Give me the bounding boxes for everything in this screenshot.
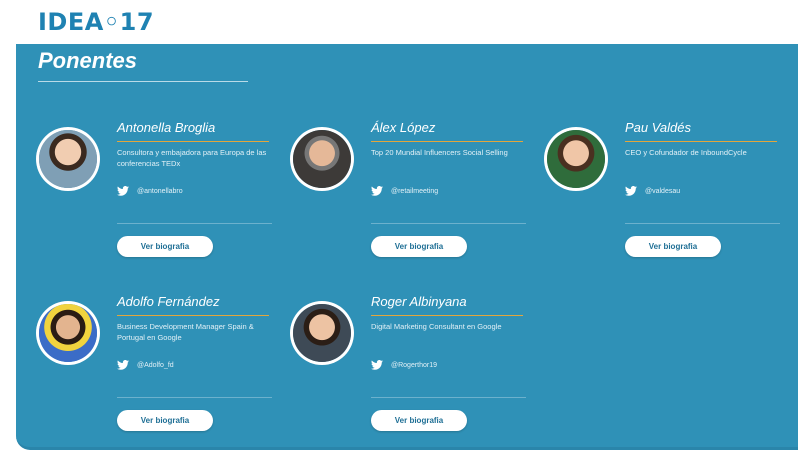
name-divider [371, 315, 523, 316]
ver-biografia-button[interactable]: Ver biografia [371, 236, 467, 257]
speaker-avatar [39, 130, 97, 188]
twitter-handle: @valdesau [645, 187, 681, 195]
speaker-name: Antonella Broglia [117, 120, 216, 135]
twitter-handle: @retailmeeting [391, 187, 439, 195]
name-divider [117, 315, 269, 316]
card-separator [117, 397, 272, 398]
card-separator [371, 397, 526, 398]
speaker-card: Roger Albinyana Digital Marketing Consul… [293, 294, 543, 444]
twitter-bird-icon [371, 360, 383, 370]
speaker-role: Digital Marketing Consultant en Google [371, 322, 502, 331]
speaker-card: Álex López Top 20 Mundial Influencers So… [293, 120, 543, 270]
card-separator [625, 223, 780, 224]
twitter-bird-icon [117, 360, 129, 370]
section-title: Ponentes [38, 48, 138, 73]
name-divider [117, 141, 269, 142]
speaker-avatar [293, 130, 351, 188]
speaker-avatar [39, 304, 97, 362]
twitter-link[interactable]: @retailmeeting [371, 186, 438, 196]
speaker-role: Top 20 Mundial Influencers Social Sellin… [371, 148, 508, 157]
twitter-bird-icon [117, 186, 129, 196]
card-separator [117, 223, 272, 224]
twitter-link[interactable]: @Rogerthor19 [371, 360, 437, 370]
speaker-avatar [293, 304, 351, 362]
twitter-link[interactable]: @valdesau [625, 186, 680, 196]
name-divider [625, 141, 777, 142]
twitter-link[interactable]: @Adolfo_fd [117, 360, 174, 370]
top-bar: IDEA◦17 [0, 0, 798, 44]
twitter-handle: @Adolfo_fd [137, 361, 174, 369]
speaker-card: Adolfo Fernández Business Development Ma… [39, 294, 289, 444]
speaker-role: CEO y Cofundador de InboundCycle [625, 148, 747, 157]
twitter-bird-icon [625, 186, 637, 196]
ver-biografia-button[interactable]: Ver biografia [625, 236, 721, 257]
speaker-name: Pau Valdés [625, 120, 692, 135]
twitter-handle: @antonellabro [137, 187, 183, 195]
title-underline [38, 81, 248, 82]
name-divider [371, 141, 523, 142]
speaker-name: Roger Albinyana [371, 294, 467, 309]
twitter-bird-icon [371, 186, 383, 196]
speaker-name: Adolfo Fernández [117, 294, 220, 309]
speaker-name: Álex López [371, 120, 436, 135]
idea17-logo[interactable]: IDEA◦17 [38, 8, 154, 36]
speakers-panel: Ponentes Antonella Broglia Consultora y … [16, 44, 798, 450]
twitter-link[interactable]: @antonellabro [117, 186, 183, 196]
ver-biografia-button[interactable]: Ver biografia [117, 236, 213, 257]
speaker-card: Antonella Broglia Consultora y embajador… [39, 120, 289, 270]
speaker-avatar [547, 130, 605, 188]
ver-biografia-button[interactable]: Ver biografia [117, 410, 213, 431]
ver-biografia-button[interactable]: Ver biografia [371, 410, 467, 431]
speaker-card: Pau Valdés CEO y Cofundador de InboundCy… [547, 120, 797, 270]
twitter-handle: @Rogerthor19 [391, 361, 438, 369]
card-separator [371, 223, 526, 224]
speaker-role: Business Development Manager Spain & Por… [117, 322, 254, 342]
speaker-role: Consultora y embajadora para Europa de l… [117, 148, 267, 168]
